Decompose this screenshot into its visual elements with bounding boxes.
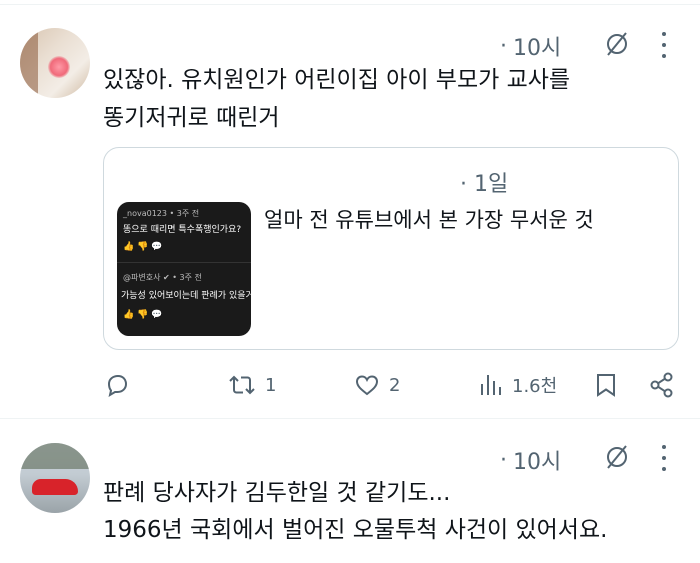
post-text-line-1: 있잖아. 유치원인가 어린이집 아이 부모가 교사를 <box>103 67 571 93</box>
action-bar: 1 2 1.6천 <box>103 365 693 405</box>
reply-icon <box>107 374 128 398</box>
avatar-flower <box>48 56 70 78</box>
quote-time: · 1일 <box>460 172 509 197</box>
avatar[interactable] <box>20 28 90 98</box>
bookmark-icon <box>597 374 615 397</box>
share-icon <box>650 372 673 398</box>
mute-icon[interactable] <box>603 30 631 58</box>
quote-thumbnail[interactable]: _nova0123 • 3주 전 똥으로 때리면 특수폭행인가요? 👍 👎 💬 … <box>117 202 251 336</box>
thumb-comment-text: 똥으로 때리면 특수폭행인가요? <box>123 225 242 235</box>
reply-button[interactable] <box>103 365 139 405</box>
more-icon[interactable] <box>660 445 668 471</box>
like-icon <box>355 375 379 396</box>
repost-icon <box>229 375 255 395</box>
views-icon <box>481 375 501 395</box>
repost-count: 1 <box>265 374 277 396</box>
quote-title: 얼마 전 유튜브에서 본 가장 무서운 것 <box>264 208 594 232</box>
more-icon[interactable] <box>660 32 668 58</box>
avatar-car <box>32 479 78 495</box>
meta-dot: · <box>500 447 507 473</box>
post-divider <box>0 418 700 419</box>
views-button[interactable]: 1.6천 <box>478 365 557 405</box>
thumb-comment-actions: 👍 👎 💬 <box>123 242 163 252</box>
post-text-line-2: 1966년 국회에서 벌어진 오물투척 사건이 있어서요. <box>103 517 608 543</box>
avatar-curtain <box>20 28 38 98</box>
avatar-trees <box>20 443 90 469</box>
bookmark-button[interactable] <box>593 365 619 405</box>
thumb-comment-author: _nova0123 • 3주 전 <box>123 209 200 218</box>
post-time-text: 10시 <box>513 450 562 475</box>
repost-button[interactable]: 1 <box>227 365 276 405</box>
post-time-text: 10시 <box>513 36 562 61</box>
quoted-post-card[interactable]: · 1일 _nova0123 • 3주 전 똥으로 때리면 특수폭행인가요? 👍… <box>103 147 679 350</box>
top-divider <box>0 4 700 5</box>
thumb-reply-text: 가능성 있어보이는데 판례가 있을거 <box>121 291 251 301</box>
post-time[interactable]: · 10시 <box>500 444 561 476</box>
like-count: 2 <box>389 374 401 396</box>
post-time[interactable]: · 10시 <box>500 30 561 62</box>
like-button[interactable]: 2 <box>353 365 400 405</box>
post-text-line-1: 판례 당사자가 김두한일 것 같기도... <box>103 480 451 506</box>
thumb-separator <box>117 262 251 263</box>
thumb-reply-author: @파변호사 ✔ • 3주 전 <box>123 273 202 282</box>
share-button[interactable] <box>648 365 676 405</box>
meta-dot: · <box>500 33 507 59</box>
avatar[interactable] <box>20 443 90 513</box>
views-count: 1.6천 <box>512 376 558 397</box>
mute-icon[interactable] <box>603 443 631 471</box>
post-text-line-2: 똥기저귀로 때린거 <box>103 105 280 131</box>
thumb-reply-actions: 👍 👎 💬 <box>123 310 163 320</box>
